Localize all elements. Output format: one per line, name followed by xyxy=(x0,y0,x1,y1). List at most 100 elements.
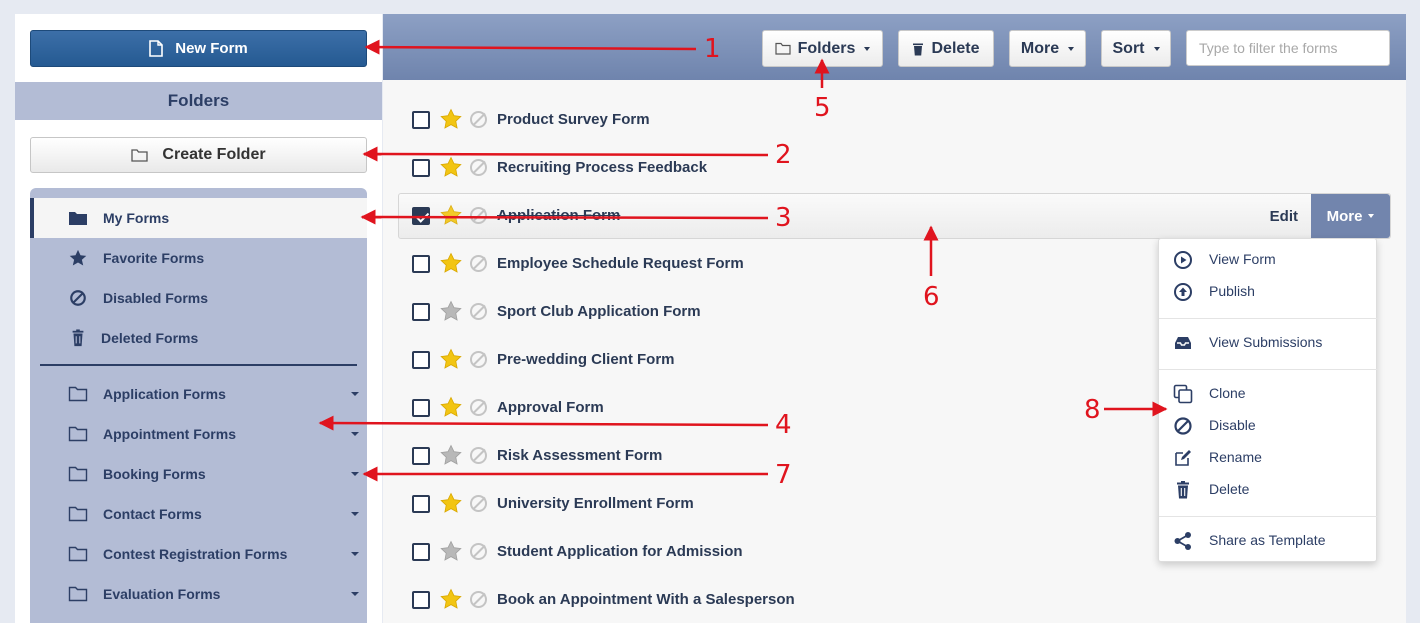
filter-input[interactable] xyxy=(1186,30,1390,66)
row-checkbox[interactable] xyxy=(412,351,430,369)
sidebar-folder-contact-forms[interactable]: Contact Forms xyxy=(30,494,367,534)
disable-icon[interactable] xyxy=(470,543,487,560)
sidebar-folder-application-forms[interactable]: Application Forms xyxy=(30,374,367,414)
menu-item-disable[interactable]: Disable xyxy=(1159,410,1378,440)
menu-item-view-submissions[interactable]: View Submissions xyxy=(1159,327,1378,357)
chevron-down-icon[interactable] xyxy=(351,552,359,556)
form-name[interactable]: Book an Appointment With a Salesperson xyxy=(497,591,795,608)
folder-outline-icon xyxy=(131,149,149,162)
chevron-down-icon[interactable] xyxy=(351,472,359,476)
row-more-button[interactable]: More xyxy=(1311,194,1390,238)
disable-icon[interactable] xyxy=(470,351,487,368)
disable-icon[interactable] xyxy=(470,159,487,176)
nav-divider xyxy=(40,364,357,366)
folders-button[interactable]: Folders xyxy=(762,30,883,67)
star-icon[interactable] xyxy=(440,492,462,514)
chevron-down-icon[interactable] xyxy=(351,432,359,436)
trash-icon xyxy=(913,43,924,55)
menu-item-delete[interactable]: Delete xyxy=(1159,474,1378,504)
new-form-label: New Form xyxy=(175,40,248,57)
menu-item-publish[interactable]: Publish xyxy=(1159,276,1378,306)
star-icon[interactable] xyxy=(440,396,462,418)
star-icon[interactable] xyxy=(440,252,462,274)
row-checkbox[interactable] xyxy=(412,255,430,273)
folder-label: Evaluation Forms xyxy=(103,586,221,602)
annotation-number-1: 1 xyxy=(704,34,721,64)
star-icon[interactable] xyxy=(440,108,462,130)
chevron-down-icon[interactable] xyxy=(351,592,359,596)
form-name[interactable]: Pre-wedding Client Form xyxy=(497,351,675,368)
form-name[interactable]: University Enrollment Form xyxy=(497,495,694,512)
row-checkbox[interactable] xyxy=(412,159,430,177)
annotation-number-8: 8 xyxy=(1084,395,1101,425)
form-name[interactable]: Approval Form xyxy=(497,399,604,416)
star-outline-icon[interactable] xyxy=(440,444,462,466)
row-checkbox[interactable] xyxy=(412,447,430,465)
folders-label: Folders xyxy=(797,39,856,57)
sidebar-item-deleted-forms[interactable]: Deleted Forms xyxy=(30,318,367,358)
edit-icon xyxy=(1175,450,1191,466)
sidebar-folder-booking-forms[interactable]: Booking Forms xyxy=(30,454,367,494)
folder-label: Appointment Forms xyxy=(103,426,236,442)
disable-icon[interactable] xyxy=(470,207,487,224)
disable-icon[interactable] xyxy=(470,111,487,128)
new-form-button[interactable]: New Form xyxy=(30,30,367,67)
sidebar-folder-appointment-forms[interactable]: Appointment Forms xyxy=(30,414,367,454)
star-icon[interactable] xyxy=(440,588,462,610)
form-name[interactable]: Risk Assessment Form xyxy=(497,447,662,464)
row-checkbox[interactable] xyxy=(412,591,430,609)
row-checkbox-checked[interactable] xyxy=(412,207,430,225)
disable-icon[interactable] xyxy=(470,255,487,272)
more-button[interactable]: More xyxy=(1009,30,1086,67)
sidebar-folder-evaluation-forms[interactable]: Evaluation Forms xyxy=(30,574,367,614)
disable-icon[interactable] xyxy=(470,495,487,512)
sidebar-folder-contest-registration-forms[interactable]: Contest Registration Forms xyxy=(30,534,367,574)
row-checkbox[interactable] xyxy=(412,495,430,513)
form-name[interactable]: Recruiting Process Feedback xyxy=(497,159,707,176)
row-checkbox[interactable] xyxy=(412,303,430,321)
row-checkbox[interactable] xyxy=(412,399,430,417)
play-circle-icon xyxy=(1174,251,1192,269)
star-icon[interactable] xyxy=(440,204,462,226)
row-checkbox[interactable] xyxy=(412,111,430,129)
row-checkbox[interactable] xyxy=(412,543,430,561)
sidebar-item-disabled-forms[interactable]: Disabled Forms xyxy=(30,278,367,318)
delete-button[interactable]: Delete xyxy=(898,30,994,67)
star-icon[interactable] xyxy=(440,156,462,178)
star-icon[interactable] xyxy=(440,348,462,370)
disabled-icon xyxy=(70,290,86,306)
edit-button[interactable]: Edit xyxy=(1270,194,1298,238)
menu-item-clone[interactable]: Clone xyxy=(1159,378,1378,408)
disable-icon[interactable] xyxy=(470,447,487,464)
menu-item-label: Share as Template xyxy=(1209,532,1326,548)
form-name[interactable]: Sport Club Application Form xyxy=(497,303,701,320)
form-name[interactable]: Employee Schedule Request Form xyxy=(497,255,744,272)
sort-label: Sort xyxy=(1112,39,1145,57)
chevron-down-icon[interactable] xyxy=(351,512,359,516)
form-row-selected[interactable]: Application Form Edit More xyxy=(398,193,1391,239)
form-name[interactable]: Student Application for Admission xyxy=(497,543,743,560)
form-name[interactable]: Product Survey Form xyxy=(497,111,650,128)
disable-icon[interactable] xyxy=(470,591,487,608)
sidebar-item-favorite-forms[interactable]: Favorite Forms xyxy=(30,238,367,278)
folder-label: Contest Registration Forms xyxy=(103,546,288,562)
form-row[interactable]: Book an Appointment With a Salesperson xyxy=(398,576,1391,623)
menu-divider xyxy=(1159,516,1378,517)
menu-divider xyxy=(1159,318,1378,319)
disable-icon[interactable] xyxy=(470,399,487,416)
star-outline-icon[interactable] xyxy=(440,540,462,562)
menu-item-share-as-template[interactable]: Share as Template xyxy=(1159,525,1378,555)
menu-item-view-form[interactable]: View Form xyxy=(1159,244,1378,274)
form-row[interactable]: Recruiting Process Feedback xyxy=(398,144,1391,192)
file-icon xyxy=(149,40,164,57)
star-outline-icon[interactable] xyxy=(440,300,462,322)
chevron-down-icon[interactable] xyxy=(351,392,359,396)
sort-button[interactable]: Sort xyxy=(1101,30,1171,67)
form-name[interactable]: Application Form xyxy=(497,207,620,224)
create-folder-button[interactable]: Create Folder xyxy=(30,137,367,173)
sidebar-item-my-forms[interactable]: My Forms xyxy=(30,198,367,238)
menu-item-rename[interactable]: Rename xyxy=(1159,442,1378,472)
form-row[interactable]: Product Survey Form xyxy=(398,96,1391,144)
disable-icon[interactable] xyxy=(470,303,487,320)
trash-icon xyxy=(72,329,84,347)
